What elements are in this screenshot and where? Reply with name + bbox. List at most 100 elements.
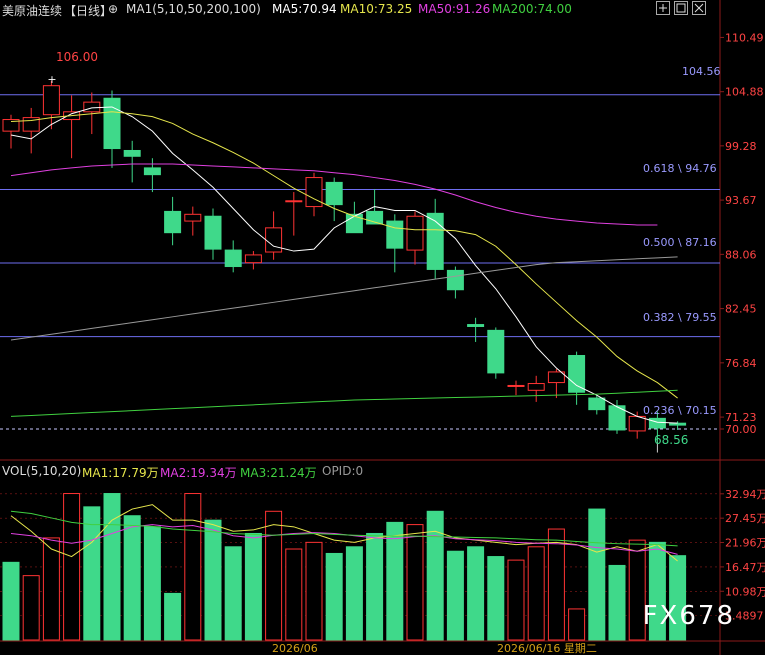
candle-body xyxy=(669,422,687,426)
opid-label: OPID:0 xyxy=(322,464,364,478)
candle-body xyxy=(568,354,586,393)
volume-bar xyxy=(285,548,303,641)
volume-bar xyxy=(426,510,444,641)
volume-bar xyxy=(608,564,626,641)
price-tick-label: 104.88 xyxy=(725,86,764,99)
volume-bar xyxy=(588,508,606,641)
watermark-logo: FX678 xyxy=(642,601,735,631)
volume-bar xyxy=(123,515,141,641)
ma1-label: MA1(5,10,50,200,100) xyxy=(126,2,261,16)
candle-body xyxy=(244,254,262,264)
fib-label-0382: 0.382 \ 79.55 xyxy=(643,311,717,324)
volume-bar xyxy=(345,546,363,641)
vol-tick-label: 32.94万 xyxy=(725,488,765,501)
candle-body xyxy=(83,101,101,113)
volume-bar xyxy=(386,521,404,641)
candle-body xyxy=(265,227,283,253)
price-tick-label: 82.45 xyxy=(725,303,757,316)
volume-bar xyxy=(487,556,505,641)
volume-bar xyxy=(2,561,20,641)
volume-header: VOL(5,10,20) MA1:17.79万 MA2:19.34万 MA3:2… xyxy=(0,462,765,480)
candle-body xyxy=(164,210,182,234)
candle-body xyxy=(628,415,646,432)
ma-line-ma100 xyxy=(10,256,678,341)
candle-body xyxy=(42,85,60,116)
vol-ma2-label: MA2:19.34万 xyxy=(160,466,237,480)
volume-bar xyxy=(305,541,323,641)
volume-bar xyxy=(446,550,464,641)
fib-label-0500: 0.500 \ 87.16 xyxy=(643,236,717,249)
candle-body xyxy=(204,215,222,250)
candle-body xyxy=(103,97,121,150)
price-tick-label: 88.06 xyxy=(725,248,757,261)
vol-tick-label: 10.98万 xyxy=(725,585,765,598)
candle-body xyxy=(305,177,323,208)
volume-bar xyxy=(103,493,121,641)
volume-bar xyxy=(547,528,565,641)
ma50-label: MA50:91.26 xyxy=(418,2,491,16)
candle-body xyxy=(325,181,343,206)
vol-ma3-label: MA3:21.24万 xyxy=(240,466,317,480)
fib-label-0618: 0.618 \ 94.76 xyxy=(643,162,717,175)
x-label-date: 2026/06/16 星期二 xyxy=(497,642,597,655)
vol-tick-label: 16.47万 xyxy=(725,561,765,574)
price-tick-label: 99.28 xyxy=(725,140,757,153)
period-label[interactable]: 【日线】 xyxy=(64,2,112,19)
high-label: 106.00 xyxy=(56,50,98,64)
candle-body xyxy=(446,269,464,291)
candle-body xyxy=(184,213,202,222)
volume-bar xyxy=(22,575,40,641)
volume-bar xyxy=(244,532,262,641)
vol-tick-label: 27.45万 xyxy=(725,512,765,525)
add-panel-icon[interactable] xyxy=(656,1,670,15)
volume-bar xyxy=(184,493,202,641)
price-tick-label: 70.00 xyxy=(725,423,757,436)
close-icon[interactable] xyxy=(692,1,706,15)
ma200-label: MA200:74.00 xyxy=(492,2,572,16)
candle-body xyxy=(507,384,525,387)
candle-body xyxy=(143,167,161,176)
x-label-month: 2026/06 xyxy=(272,642,318,655)
candle-body xyxy=(285,200,303,203)
volume-bar xyxy=(164,592,182,641)
vol-label: VOL(5,10,20) xyxy=(2,464,82,478)
candle-body xyxy=(224,249,242,268)
candle-body xyxy=(426,212,444,270)
candle-body xyxy=(123,149,141,157)
volume-bar xyxy=(143,526,161,641)
volume-bar xyxy=(83,506,101,641)
level-label-104: 104.56 xyxy=(682,65,721,78)
candle-body xyxy=(527,383,545,391)
high-marker: + xyxy=(47,73,56,86)
low-label: 68.56 xyxy=(654,433,688,447)
volume-bar xyxy=(204,519,222,641)
volume-bar xyxy=(63,493,81,641)
candle-body xyxy=(386,220,404,249)
volume-bar xyxy=(366,532,384,641)
candle-body xyxy=(406,215,424,251)
maximize-icon[interactable] xyxy=(674,1,688,15)
ma5-label: MA5:70.94 xyxy=(272,2,337,16)
chart-svg: + 110.49 104.88 99.28 93.67 88.06 82.45 76.84 7… xyxy=(0,0,765,655)
volume-bar xyxy=(467,546,485,641)
vol-ma1-label: MA1:17.79万 xyxy=(82,466,159,480)
volume-bar xyxy=(507,559,525,641)
volume-bar xyxy=(527,546,545,641)
fib-label-0236: 0.236 \ 70.15 xyxy=(643,404,717,417)
volume-bar xyxy=(325,552,343,641)
volume-bar xyxy=(568,608,586,641)
symbol-name: 美原油连续 xyxy=(2,4,63,18)
candle-body xyxy=(648,417,666,429)
price-tick-label: 110.49 xyxy=(725,31,764,44)
volume-bar xyxy=(265,510,283,641)
ma-line-ma200 xyxy=(10,389,678,417)
main-header: 美原油连续 【日线】 ⊕ MA1(5,10,50,200,100) MA5:70… xyxy=(0,0,765,18)
candle-body xyxy=(588,397,606,411)
volume-bar xyxy=(406,524,424,641)
ma10-label: MA10:73.25 xyxy=(340,2,413,16)
volume-bar xyxy=(224,546,242,641)
settings-icon[interactable]: ⊕ xyxy=(108,2,118,16)
vol-tick-label: 21.96万 xyxy=(725,537,765,550)
price-tick-label: 76.84 xyxy=(725,357,757,370)
candle-body xyxy=(345,213,363,234)
